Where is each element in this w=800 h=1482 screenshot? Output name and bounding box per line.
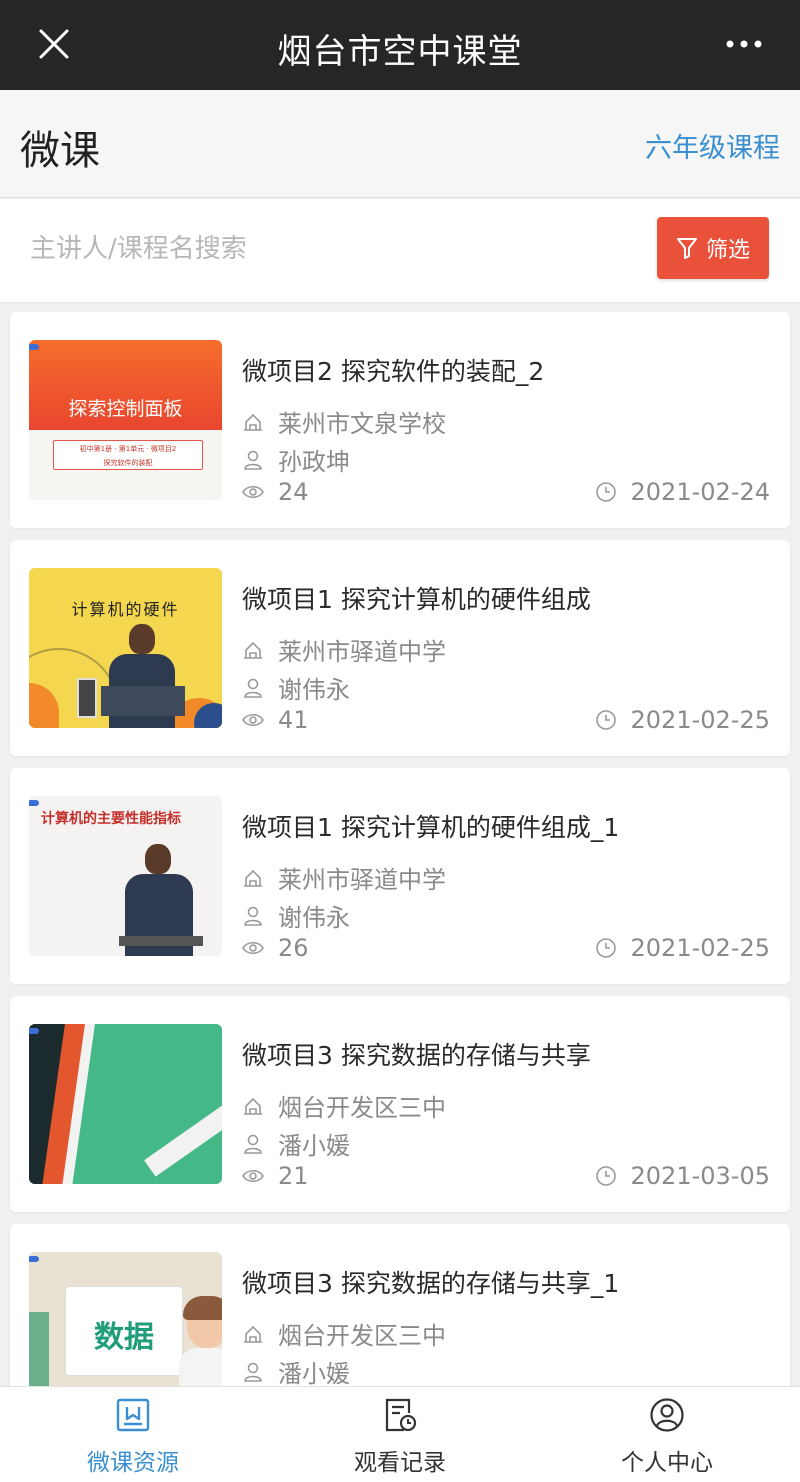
tab-label: 观看记录 (354, 1450, 446, 1476)
more-icon[interactable] (724, 32, 764, 56)
view-count: 24 (278, 478, 309, 506)
page-title: 微课 (20, 128, 100, 174)
thumbnail-subtitle: 初中第1册 · 第1单元 · 微项目2 (79, 445, 177, 453)
eye-icon (242, 485, 264, 499)
history-icon (385, 1398, 417, 1432)
view-count: 21 (278, 1162, 309, 1190)
thumbnail-heading: 计算机的硬件 (71, 600, 180, 619)
tab-label: 个人中心 (621, 1450, 713, 1476)
course-title[interactable]: 微项目3 探究数据的存储与共享_1 (242, 1264, 619, 1300)
publish-date: 2021-02-24 (630, 478, 770, 506)
teacher-icon (244, 1134, 262, 1154)
thumbnail-badge (29, 344, 39, 350)
course-card[interactable]: 微项目3 探究数据的存储与共享 烟台开发区三中 潘小媛 21 2021-03-0… (10, 996, 790, 1212)
course-thumbnail (29, 1024, 222, 1184)
course-thumbnail: 探索控制面板 初中第1册 · 第1单元 · 微项目2 探究软件的装配 (29, 340, 222, 500)
course-resource-icon (116, 1398, 150, 1432)
app-title: 烟台市空中课堂 (277, 32, 523, 72)
school-icon (244, 413, 262, 431)
teacher-icon (244, 450, 262, 470)
school-icon (244, 869, 262, 887)
clock-icon (595, 482, 616, 502)
view-count: 26 (278, 934, 309, 962)
eye-icon (242, 713, 264, 727)
course-title[interactable]: 微项目3 探究数据的存储与共享 (242, 1036, 591, 1072)
course-title[interactable]: 微项目1 探究计算机的硬件组成_1 (242, 808, 619, 844)
course-title[interactable]: 微项目2 探究软件的装配_2 (242, 352, 544, 388)
thumbnail-subtitle: 探究软件的装配 (103, 459, 153, 467)
search-input[interactable] (30, 229, 590, 269)
eye-icon (242, 941, 264, 955)
course-card[interactable]: 计算机的主要性能指标 微项目1 探究计算机的硬件组成_1 莱州市驿道中学 谢伟永… (10, 768, 790, 984)
thumbnail-badge (29, 1256, 39, 1262)
top-bar: 烟台市空中课堂 (0, 0, 800, 90)
course-card[interactable]: 计算机的硬件 微项目1 探究计算机的硬件组成 莱州市驿道中学 谢伟永 41 20… (10, 540, 790, 756)
school-name: 烟台开发区三中 (278, 1322, 446, 1350)
teacher-icon (244, 1362, 262, 1382)
grade-course-link[interactable]: 六年级课程 (645, 126, 780, 165)
school-icon (244, 641, 262, 659)
teacher-icon (244, 678, 262, 698)
tab-history[interactable]: 观看记录 (267, 1387, 533, 1482)
thumbnail-heading: 计算机的主要性能指标 (41, 811, 181, 827)
filter-label: 筛选 (705, 238, 750, 263)
filter-icon (676, 238, 697, 259)
school-icon (244, 1097, 262, 1115)
thumbnail-heading: 数据 (94, 1320, 154, 1355)
teacher-name: 潘小媛 (278, 1360, 350, 1388)
thumbnail-heading: 探索控制面板 (68, 398, 183, 420)
user-icon (650, 1398, 684, 1432)
clock-icon (595, 938, 616, 958)
view-count: 41 (278, 706, 309, 734)
course-thumbnail: 计算机的硬件 (29, 568, 222, 728)
course-card[interactable]: 探索控制面板 初中第1册 · 第1单元 · 微项目2 探究软件的装配 微项目2 … (10, 312, 790, 528)
course-title[interactable]: 微项目1 探究计算机的硬件组成 (242, 580, 591, 616)
tab-personal-center[interactable]: 个人中心 (534, 1387, 800, 1482)
teacher-icon (244, 906, 262, 926)
publish-date: 2021-02-25 (630, 706, 770, 734)
publish-date: 2021-03-05 (630, 1162, 770, 1190)
clock-icon (595, 710, 616, 730)
thumbnail-badge (29, 1028, 39, 1034)
school-name: 莱州市文泉学校 (278, 410, 446, 438)
filter-button[interactable]: 筛选 (657, 217, 769, 279)
tab-course-resource[interactable]: 微课资源 (0, 1387, 266, 1482)
school-name: 莱州市驿道中学 (278, 866, 446, 894)
teacher-name: 孙政坤 (278, 448, 350, 476)
school-icon (244, 1325, 262, 1343)
thumbnail-badge (29, 800, 39, 806)
bottom-tab-bar: 微课资源 观看记录 个人中心 (0, 1386, 800, 1482)
publish-date: 2021-02-25 (630, 934, 770, 962)
page-header: 微课 六年级课程 (0, 90, 800, 198)
teacher-name: 潘小媛 (278, 1132, 350, 1160)
clock-icon (595, 1166, 616, 1186)
course-thumbnail: 计算机的主要性能指标 (29, 796, 222, 956)
tab-label: 微课资源 (87, 1450, 179, 1476)
teacher-name: 谢伟永 (278, 904, 350, 932)
school-name: 莱州市驿道中学 (278, 638, 446, 666)
school-name: 烟台开发区三中 (278, 1094, 446, 1122)
teacher-name: 谢伟永 (278, 676, 350, 704)
eye-icon (242, 1169, 264, 1183)
